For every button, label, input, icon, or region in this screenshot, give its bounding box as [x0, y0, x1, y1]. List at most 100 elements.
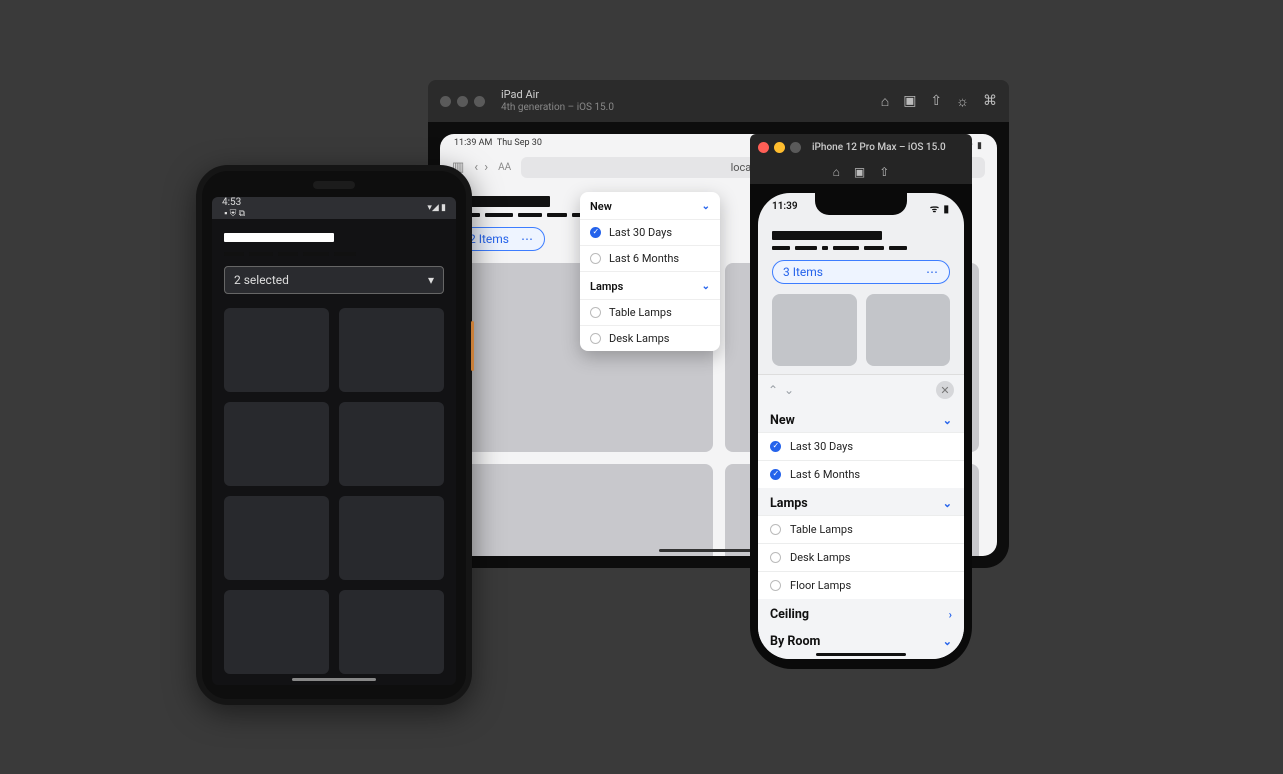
product-tile[interactable] [772, 294, 857, 366]
traffic-close[interactable] [758, 142, 769, 153]
android-status-icons-right: ▾◢ ▮ [427, 203, 446, 213]
iphone-screen: 11:39 ᯤ ▮ 3 Items ⋯ [758, 193, 964, 659]
dropdown-option-label: Table Lamps [609, 306, 672, 319]
screenshot-icon[interactable]: ▣ [854, 165, 865, 179]
home-icon[interactable]: ⌂ [833, 165, 840, 179]
traffic-close[interactable] [440, 96, 451, 107]
product-tile[interactable] [339, 402, 444, 486]
chevron-down-icon: ⌄ [702, 201, 710, 212]
iphone-notch [815, 193, 907, 215]
ipad-sim-device-name: iPad Air [501, 88, 875, 101]
forward-icon[interactable]: › [484, 160, 488, 175]
home-icon[interactable]: ⌂ [881, 93, 889, 110]
product-tile[interactable] [866, 294, 951, 366]
text-size-icon[interactable]: AA [498, 162, 511, 173]
sheet-section-lamps[interactable]: Lamps ⌄ [758, 488, 964, 515]
iphone-time: 11:39 [772, 201, 798, 215]
page-title [224, 233, 334, 242]
dropdown-section-title: Lamps [590, 280, 623, 293]
keyboard-icon[interactable]: ⌘ [983, 93, 997, 110]
product-tile[interactable] [224, 402, 329, 486]
dropdown-section-new[interactable]: New ⌄ [580, 192, 720, 219]
chevron-down-icon: ⌄ [943, 635, 952, 648]
radio-unchecked-icon [590, 333, 601, 344]
share-icon[interactable]: ⇧ [930, 93, 942, 110]
share-icon[interactable]: ⇧ [879, 165, 889, 179]
product-tile[interactable] [224, 308, 329, 392]
android-device: 4:53 ▪ ⛨ ⧉ ▾◢ ▮ 2 selected ▾ [196, 165, 472, 705]
dropdown-option-label: Desk Lamps [609, 332, 669, 345]
sheet-option[interactable]: Desk Lamps [758, 543, 964, 571]
chevron-down-icon: ⌄ [943, 497, 952, 510]
radio-unchecked-icon [770, 580, 781, 591]
sheet-section-new[interactable]: New ⌄ [758, 405, 964, 432]
filter-sheet: ⌃ ⌄ ✕ New ⌄ Last 30 Days Last 6 Months [758, 374, 964, 659]
more-icon: ⋯ [926, 265, 939, 279]
dropdown-option[interactable]: Desk Lamps [580, 325, 720, 351]
sheet-section-ceiling[interactable]: Ceiling › [758, 599, 964, 626]
appearance-icon[interactable]: ☼ [956, 93, 969, 110]
ipad-time: 11:39 AM [454, 138, 492, 148]
ipad-sim-title: iPad Air 4th generation – iOS 15.0 [501, 88, 875, 113]
radio-checked-icon [770, 441, 781, 452]
radio-checked-icon [590, 227, 601, 238]
sheet-section-title: New [770, 413, 795, 428]
sheet-option-label: Table Lamps [790, 523, 853, 536]
ipad-sim-titlebar: iPad Air 4th generation – iOS 15.0 ⌂ ▣ ⇧… [428, 80, 1009, 122]
filter-select[interactable]: 2 selected ▾ [224, 266, 444, 294]
back-icon[interactable]: ‹ [474, 160, 478, 175]
iphone-bezel: 11:39 ᯤ ▮ 3 Items ⋯ [750, 184, 972, 669]
chevron-down-icon: ⌄ [943, 414, 952, 427]
traffic-minimize[interactable] [457, 96, 468, 107]
radio-checked-icon [770, 469, 781, 480]
iphone-sim-title: iPhone 12 Pro Max – iOS 15.0 [812, 142, 946, 153]
sheet-option[interactable]: Table Lamps [758, 515, 964, 543]
sheet-section-title: By Room [770, 634, 820, 649]
dropdown-option[interactable]: Last 6 Months [580, 245, 720, 271]
iphone-sim-titlebar: iPhone 12 Pro Max – iOS 15.0 [750, 134, 972, 160]
android-status-icons-left: ▪ ⛨ ⧉ [222, 208, 245, 219]
traffic-zoom[interactable] [474, 96, 485, 107]
radio-unchecked-icon [590, 307, 601, 318]
dropdown-section-lamps[interactable]: Lamps ⌄ [580, 271, 720, 299]
sheet-controls: ⌃ ⌄ ✕ [758, 375, 964, 405]
breadcrumb [224, 252, 444, 256]
page-title [772, 231, 882, 240]
product-tile[interactable] [458, 464, 713, 556]
product-tile[interactable] [224, 496, 329, 580]
filter-chip[interactable]: 3 Items ⋯ [772, 260, 950, 284]
chevron-up-icon[interactable]: ⌃ [768, 383, 778, 397]
home-indicator[interactable] [292, 678, 376, 681]
product-tile[interactable] [339, 496, 444, 580]
sheet-section-title: Ceiling [770, 607, 809, 622]
dropdown-section-title: New [590, 200, 612, 213]
sheet-option-label: Last 6 Months [790, 468, 860, 481]
dropdown-option-label: Last 6 Months [609, 252, 679, 265]
android-screen: 4:53 ▪ ⛨ ⧉ ▾◢ ▮ 2 selected ▾ [212, 197, 456, 685]
product-tile[interactable] [339, 590, 444, 674]
dropdown-option[interactable]: Last 30 Days [580, 219, 720, 245]
android-statusbar: 4:53 ▪ ⛨ ⧉ ▾◢ ▮ [212, 197, 456, 219]
sheet-option[interactable]: Last 30 Days [758, 432, 964, 460]
chevron-right-icon: › [949, 608, 952, 621]
radio-unchecked-icon [770, 552, 781, 563]
more-icon: ⋯ [521, 232, 534, 246]
sheet-option[interactable]: Floor Lamps [758, 571, 964, 599]
product-tile[interactable] [339, 308, 444, 392]
home-indicator[interactable] [816, 653, 906, 656]
sheet-option[interactable]: Last 6 Months [758, 460, 964, 488]
dropdown-option[interactable]: Table Lamps [580, 299, 720, 325]
product-tile[interactable] [224, 590, 329, 674]
iphone-sim-toolbar: ⌂ ▣ ⇧ [750, 160, 972, 184]
product-grid [224, 308, 444, 674]
sheet-option-label: Desk Lamps [790, 551, 850, 564]
breadcrumb [772, 246, 950, 250]
traffic-minimize[interactable] [774, 142, 785, 153]
filter-dropdown: New ⌄ Last 30 Days Last 6 Months Lamps ⌄… [580, 192, 720, 351]
radio-unchecked-icon [770, 524, 781, 535]
chevron-down-icon: ⌄ [702, 281, 710, 292]
close-icon[interactable]: ✕ [936, 381, 954, 399]
screenshot-icon[interactable]: ▣ [903, 93, 916, 110]
chevron-down-icon[interactable]: ⌄ [784, 383, 794, 397]
traffic-zoom[interactable] [790, 142, 801, 153]
